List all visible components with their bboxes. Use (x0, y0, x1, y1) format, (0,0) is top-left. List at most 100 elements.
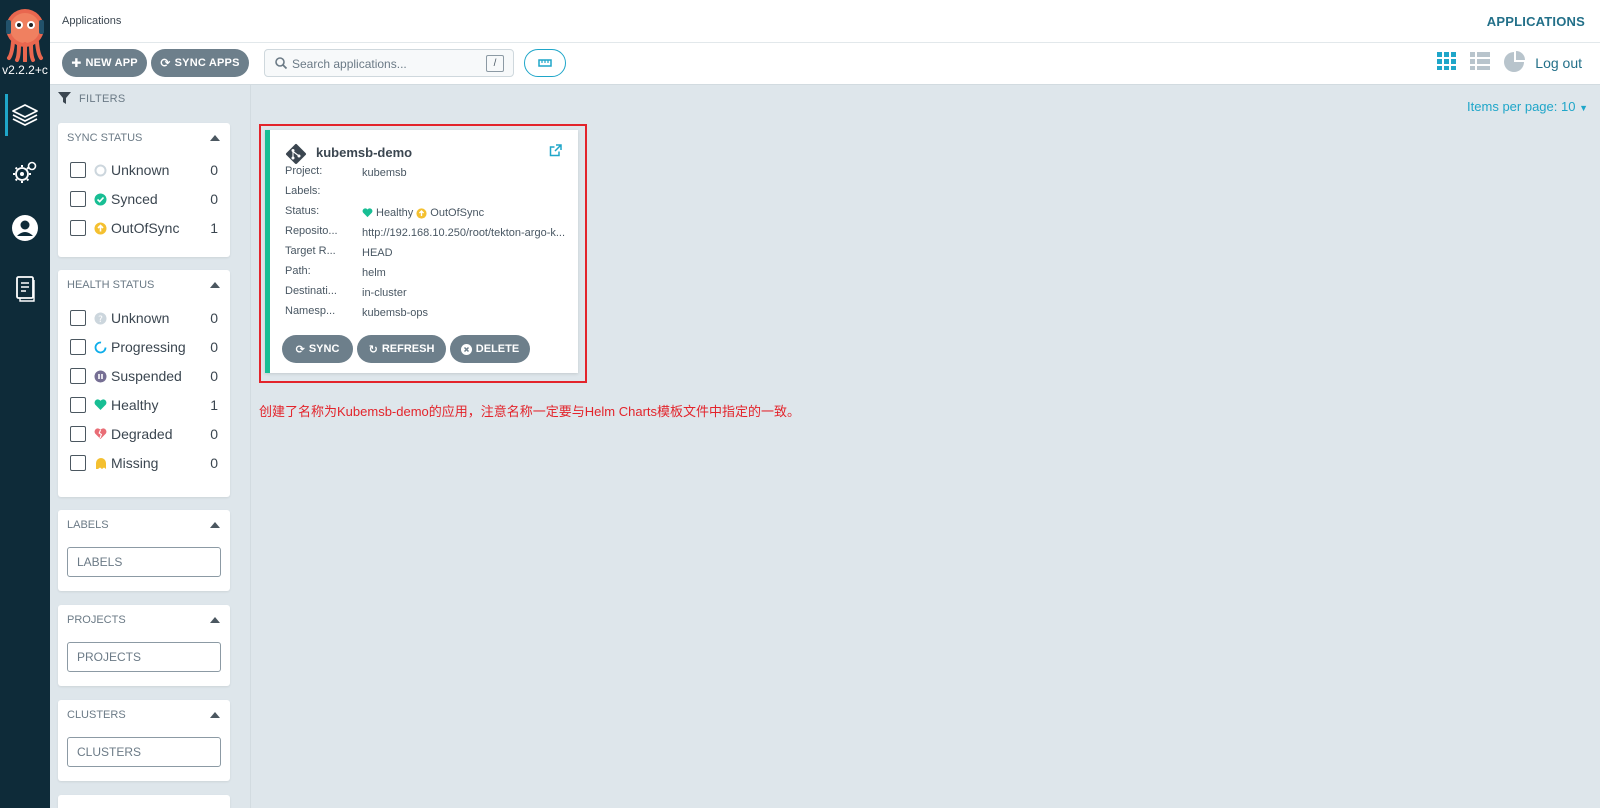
broken-heart-icon (94, 428, 107, 441)
search-shortcut-key: / (486, 55, 504, 72)
clusters-input[interactable]: CLUSTERS (67, 737, 221, 767)
clusters-title: CLUSTERS (67, 709, 126, 721)
external-link-icon[interactable] (549, 144, 562, 157)
sync-filter-outofsync[interactable]: OutOfSync 1 (70, 219, 218, 237)
health-filter-missing[interactable]: Missing 0 (70, 454, 218, 472)
nav-settings[interactable] (0, 150, 50, 196)
sync-icon: ⟳ (160, 56, 171, 70)
health-filter-unknown[interactable]: ? Unknown 0 (70, 309, 218, 327)
field-target-revision: Target R... HEAD (285, 245, 393, 259)
collapse-caret-icon[interactable] (210, 522, 220, 528)
filters-heading: FILTERS (58, 92, 126, 105)
top-header: Applications APPLICATIONS (50, 0, 1600, 43)
health-status-panel: HEALTH STATUS ? Unknown 0 Progressing 0 … (58, 270, 230, 497)
health-filter-degraded[interactable]: Degraded 0 (70, 425, 218, 443)
checkbox[interactable] (70, 397, 86, 413)
plus-icon: ✚ (71, 56, 82, 70)
sync-icon: ⟳ (295, 343, 305, 356)
checkbox[interactable] (70, 220, 86, 236)
collapse-caret-icon[interactable] (210, 135, 220, 141)
field-repository: Reposito... http://192.168.10.250/root/t… (285, 225, 566, 239)
git-icon (286, 144, 306, 164)
page-title: Applications (62, 15, 122, 27)
field-path: Path: helm (285, 265, 386, 279)
checkbox[interactable] (70, 310, 86, 326)
progress-circle-icon (94, 341, 107, 354)
collapse-caret-icon[interactable] (210, 282, 220, 288)
checkbox[interactable] (70, 455, 86, 471)
field-destination: Destinati... in-cluster (285, 285, 407, 299)
projects-panel: PROJECTS PROJECTS (58, 605, 230, 686)
health-filter-progressing[interactable]: Progressing 0 (70, 338, 218, 356)
sync-status: OutOfSync (430, 207, 485, 219)
nav-docs[interactable] (0, 265, 50, 311)
sync-apps-button[interactable]: ⟳ SYNC APPS (151, 49, 249, 77)
toolbar: ✚ NEW APP ⟳ SYNC APPS Search application… (50, 43, 1600, 85)
nav-applications[interactable] (0, 92, 50, 138)
sync-status-panel: SYNC STATUS Unknown 0 Synced 0 OutOfSync… (58, 123, 230, 257)
clusters-panel: CLUSTERS CLUSTERS (58, 700, 230, 781)
collapse-caret-icon[interactable] (210, 617, 220, 623)
health-filter-suspended[interactable]: Suspended 0 (70, 367, 218, 385)
labels-input[interactable]: LABELS (67, 547, 221, 577)
favorites-filter-toggle[interactable] (524, 49, 566, 77)
logout-link[interactable]: Log out (1535, 55, 1582, 71)
health-filter-healthy[interactable]: Healthy 1 (70, 396, 218, 414)
summary-view-icon[interactable] (1503, 51, 1525, 78)
applications-breadcrumb-link[interactable]: APPLICATIONS (1487, 14, 1585, 29)
annotation-note: 创建了名称为Kubemsb-demo的应用，注意名称一定要与Helm Chart… (259, 404, 801, 419)
redo-icon: ↻ (368, 343, 378, 356)
checkbox[interactable] (70, 162, 86, 178)
collapse-caret-icon[interactable] (210, 712, 220, 718)
app-name[interactable]: kubemsb-demo (316, 145, 412, 160)
namespaces-panel (58, 795, 230, 808)
field-labels: Labels: (285, 185, 321, 197)
argo-logo[interactable] (4, 6, 46, 62)
checkbox[interactable] (70, 368, 86, 384)
nav-user-info[interactable] (0, 205, 50, 251)
new-app-button[interactable]: ✚ NEW APP (62, 49, 147, 77)
pause-circle-icon (94, 370, 107, 383)
list-view-icon[interactable] (1469, 51, 1491, 76)
sync-filter-unknown[interactable]: Unknown 0 (70, 161, 218, 179)
search-icon (275, 57, 288, 70)
docs-icon (16, 276, 35, 302)
health-status: Healthy (376, 207, 414, 219)
health-status-title: HEALTH STATUS (67, 279, 155, 291)
sync-button[interactable]: ⟳ SYNC (282, 335, 353, 363)
items-per-page-selector[interactable]: Items per page: 10 ▼ (1467, 99, 1588, 114)
delete-button[interactable]: DELETE (450, 335, 530, 363)
ghost-icon (94, 457, 107, 470)
field-namespace: Namesp... kubemsb-ops (285, 305, 429, 319)
checkbox[interactable] (70, 426, 86, 442)
refresh-button[interactable]: ↻ REFRESH (357, 335, 446, 363)
gears-icon (13, 161, 37, 183)
labels-panel: LABELS LABELS (58, 510, 230, 591)
tiles-view-icon[interactable] (1436, 51, 1458, 76)
arrow-circle-up-icon (94, 222, 107, 235)
caret-down-icon: ▼ (1579, 103, 1588, 113)
question-circle-icon: ? (94, 312, 107, 325)
search-placeholder: Search applications... (292, 57, 407, 71)
heart-icon (362, 208, 373, 218)
version-label: v2.2.2+c (2, 63, 48, 77)
checkbox[interactable] (70, 191, 86, 207)
search-input[interactable]: Search applications... / (264, 49, 514, 77)
sync-filter-synced[interactable]: Synced 0 (70, 190, 218, 208)
checkbox[interactable] (70, 339, 86, 355)
content-divider (250, 85, 251, 808)
app-tile-kubemsb-demo[interactable]: kubemsb-demo Project: kubemsb Labels: St… (265, 130, 578, 373)
ruler-icon (538, 59, 552, 67)
heart-icon (94, 399, 107, 412)
projects-input[interactable]: PROJECTS (67, 642, 221, 672)
arrow-circle-up-icon (416, 207, 427, 219)
user-circle-icon (12, 215, 38, 241)
field-project: Project: kubemsb (285, 165, 407, 179)
check-circle-icon (94, 193, 107, 206)
filter-icon (58, 92, 71, 104)
times-circle-icon (460, 343, 472, 355)
nav-rail: v2.2.2+c (0, 0, 50, 808)
field-status: Status: Healthy OutOfSync (285, 205, 485, 219)
sync-status-title: SYNC STATUS (67, 132, 143, 144)
projects-title: PROJECTS (67, 614, 126, 626)
